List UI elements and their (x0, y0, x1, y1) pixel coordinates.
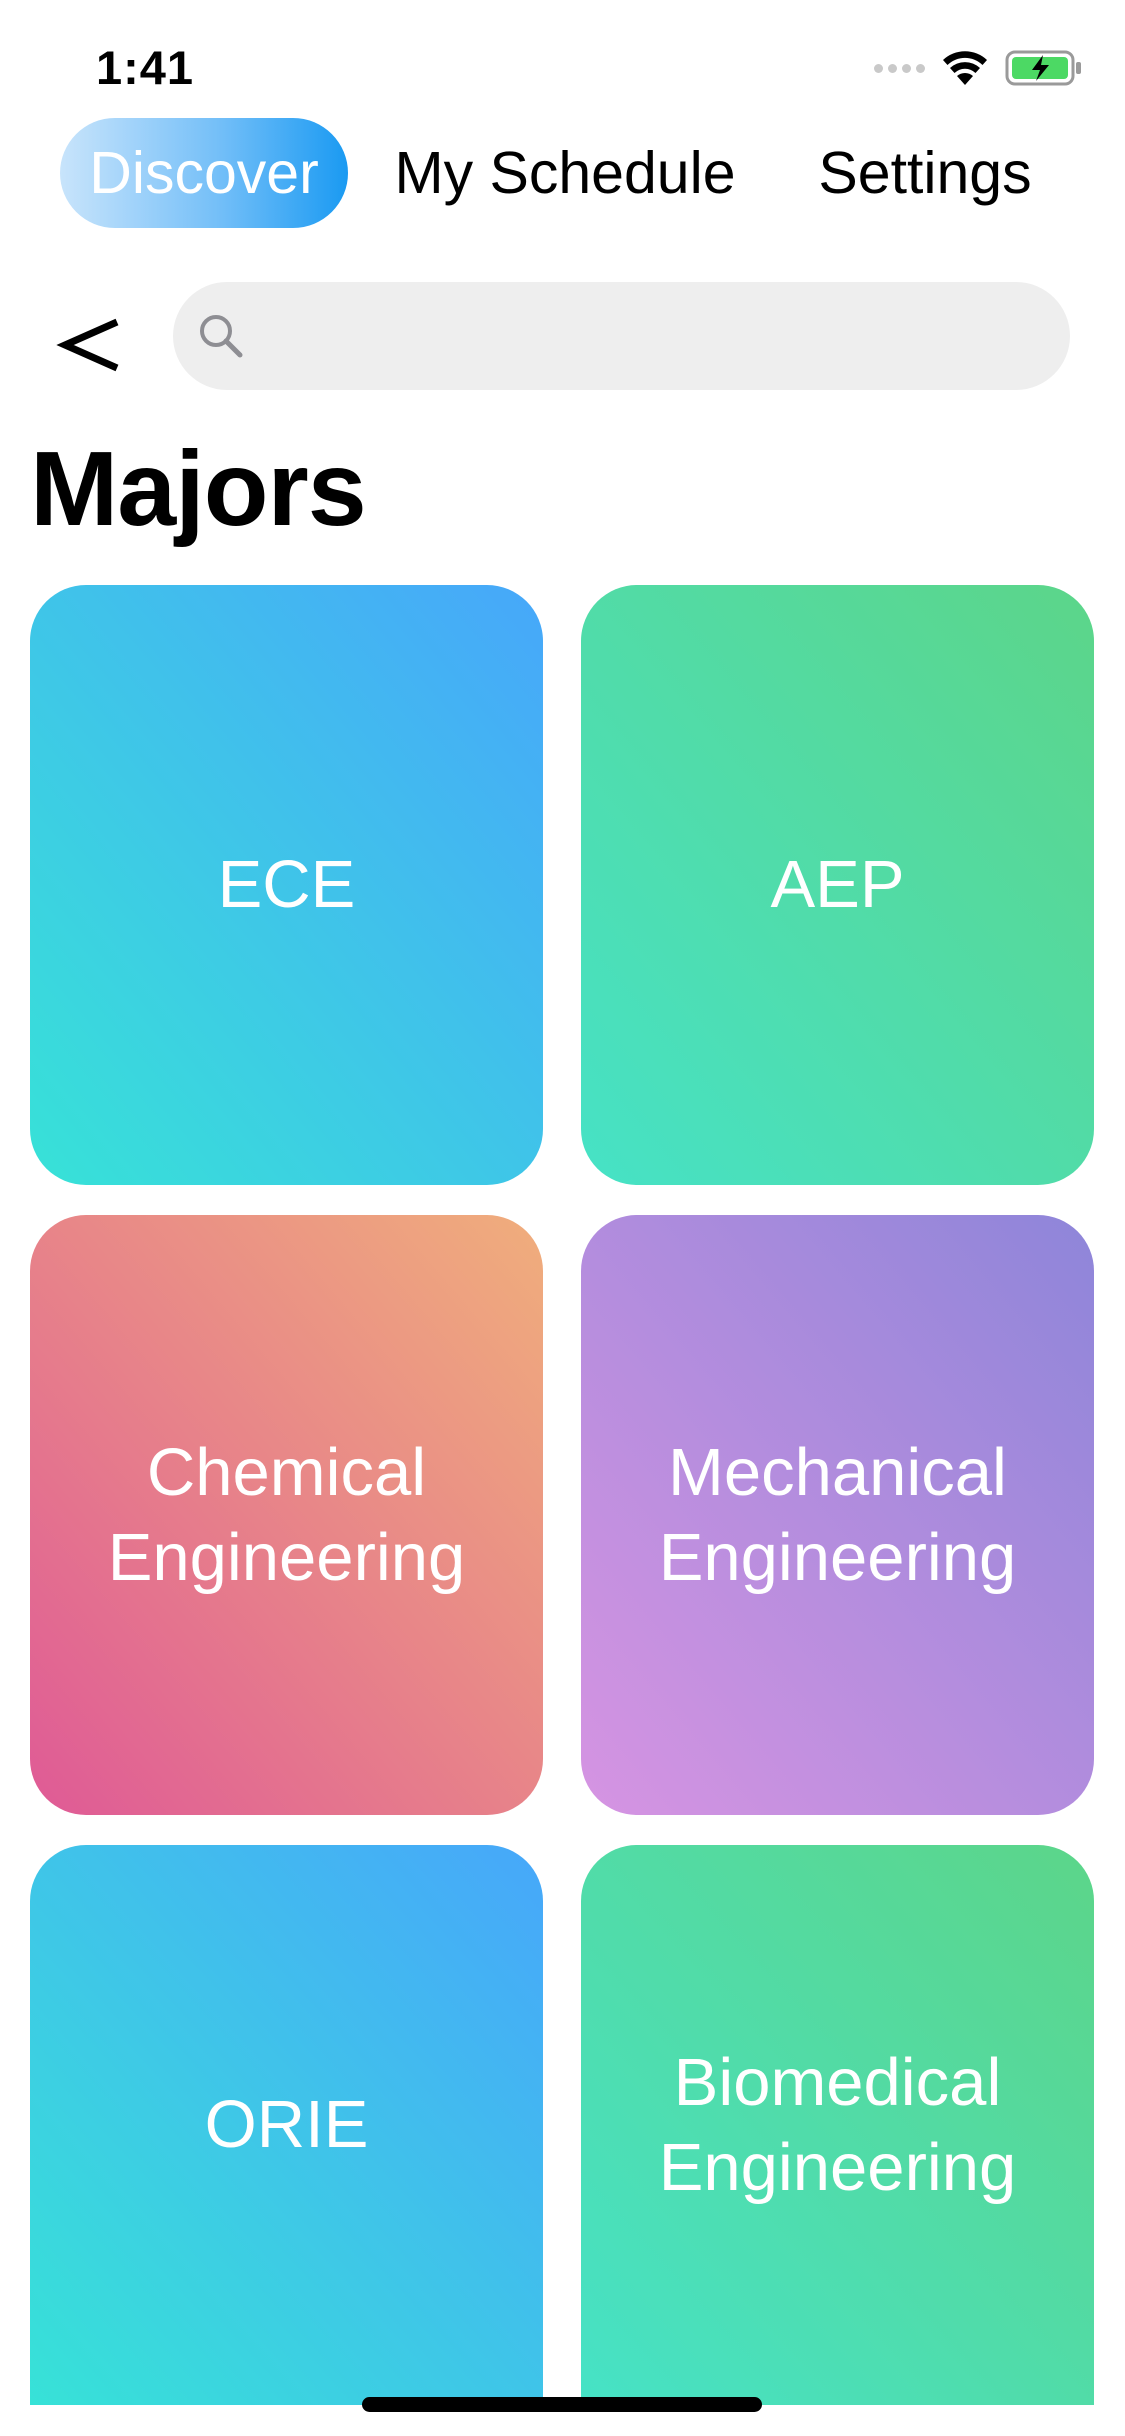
major-card-mechanical-engineering[interactable]: Mechanical Engineering (581, 1215, 1094, 1815)
signal-icon (874, 63, 925, 73)
major-card-label: Biomedical Engineering (658, 2044, 1017, 2205)
major-card-label: AEP (770, 847, 905, 923)
search-icon (200, 315, 243, 358)
major-card-biomedical-engineering[interactable]: Biomedical Engineering (581, 1845, 1094, 2405)
tab-settings[interactable]: Settings (800, 118, 1050, 228)
tab-my-schedule[interactable]: My Schedule (380, 118, 750, 228)
home-indicator[interactable] (362, 2397, 762, 2412)
search-input[interactable] (263, 282, 1047, 392)
wifi-icon (943, 51, 987, 85)
major-card-chemical-engineering[interactable]: Chemical Engineering (30, 1215, 543, 1815)
status-icons (874, 48, 1083, 88)
status-time: 1:41 (96, 41, 195, 94)
back-button[interactable] (30, 290, 150, 400)
major-card-label: ECE (217, 847, 356, 923)
discover-screen: 1:41 Discover My Schedule Settings Major… (0, 0, 1125, 2436)
page-title: Majors (30, 430, 367, 548)
chevron-left-icon (56, 318, 119, 372)
search-bar[interactable] (173, 282, 1070, 392)
battery-charging-icon (1005, 50, 1081, 86)
status-bar: 1:41 (0, 0, 1125, 132)
major-card-orie[interactable]: ORIE (30, 1845, 543, 2405)
major-card-ece[interactable]: ECE (30, 585, 543, 1185)
major-card-label: Mechanical Engineering (658, 1434, 1017, 1595)
major-card-label: Chemical Engineering (107, 1434, 466, 1595)
major-card-label: ORIE (204, 2087, 369, 2163)
tab-bar: Discover My Schedule Settings (0, 118, 1125, 228)
major-card-aep[interactable]: AEP (581, 585, 1094, 1185)
tab-discover[interactable]: Discover (60, 118, 348, 228)
